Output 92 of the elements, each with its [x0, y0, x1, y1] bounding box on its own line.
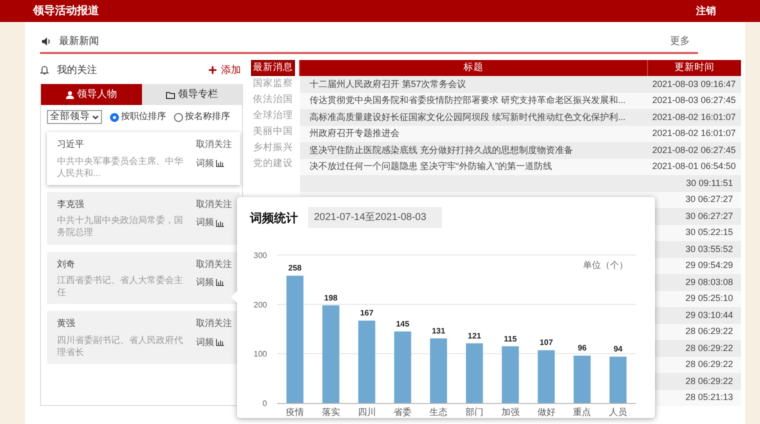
table-cell: 2021-08-02 16:01:07: [647, 109, 741, 126]
filter-dropdown[interactable]: 全部领导: [47, 110, 102, 124]
date-range-field: 2021-07-14至2021-08-03: [308, 207, 442, 228]
word-frequency-link[interactable]: 词频: [196, 336, 232, 350]
person-icon: [66, 90, 74, 98]
leader-name: 黄强: [57, 317, 76, 330]
bar: [394, 331, 412, 403]
section-title: 我的关注: [57, 64, 97, 78]
table-cell: 2021-08-03 09:16:47: [647, 76, 741, 92]
news-title-link[interactable]: 坚决守住防止医院感染底线 充分做好打持久战的思想制度物资准备: [300, 142, 647, 158]
bell-icon: [40, 65, 49, 75]
table-cell: 2021-08-03 06:27:45: [647, 92, 741, 109]
news-title-link[interactable]: 传达贯彻党中央国务院和省委疫情防控部署要求 研究支持革命老区振兴发展和...: [300, 92, 647, 109]
leader-name: 刘奇: [57, 258, 76, 271]
add-button[interactable]: + 添加: [206, 62, 243, 78]
category-tab[interactable]: 最新消息: [251, 60, 295, 76]
column-header: 标题: [300, 60, 647, 76]
radio-button[interactable]: [174, 112, 183, 122]
unfollow-link[interactable]: 取消关注: [196, 258, 232, 272]
word-frequency-link[interactable]: 词频: [196, 276, 232, 290]
leader-name: 习近平: [57, 138, 85, 151]
column-header: 更新时间: [647, 60, 741, 76]
axis-category-label: 省委: [394, 407, 412, 417]
bar: [430, 338, 448, 403]
tab[interactable]: 领导专栏: [142, 84, 242, 105]
news-title-link[interactable]: 十二届州人民政府召开 第57次常务会议: [300, 76, 647, 92]
bar: [574, 356, 591, 403]
unfollow-link[interactable]: 取消关注: [196, 138, 232, 152]
news-title-link[interactable]: 决不放过任何一个问题隐患 坚决守牢“外防输入”的第一道防线: [300, 158, 647, 175]
unfollow-link[interactable]: 取消关注: [196, 317, 232, 331]
app-title: 领导活动报道: [33, 4, 99, 19]
axis-tick-label: 100: [254, 350, 267, 359]
logout-link[interactable]: 注销: [696, 4, 716, 18]
tab[interactable]: 领导人物: [41, 84, 142, 105]
data-label: 94: [614, 344, 622, 354]
axis-category-label: 人员: [609, 407, 628, 417]
bar: [502, 346, 519, 403]
news-title-link[interactable]: 州政府召开专题推进会: [300, 126, 647, 142]
caret-icon: [92, 114, 99, 120]
axis-tick-label: 300: [254, 251, 267, 260]
axis-category-label: 落实: [322, 407, 340, 417]
data-label: 107: [540, 338, 553, 348]
table-cell: 2021-08-01 06:54:50: [647, 158, 741, 175]
leader-title: 中共十九届中央政治局常委，国务院总理: [57, 214, 184, 239]
data-label: 121: [468, 331, 482, 340]
news-title-link[interactable]: 高标准高质量建设好长征国家文化公园阿坝段 续写新时代推动红色文化保护利...: [300, 109, 647, 126]
bar: [466, 343, 483, 403]
bar-chart-icon: [216, 220, 224, 227]
data-label: 96: [578, 344, 587, 353]
leader-card[interactable]: 黄强 四川省委副书记、省人民政府代理省长 取消关注 词频: [47, 311, 240, 364]
more-link[interactable]: 更多: [670, 34, 698, 48]
bar: [538, 350, 555, 403]
leader-card[interactable]: 刘奇 江西省委书记、省人大常委会主任 取消关注 词频: [47, 252, 240, 304]
leader-card[interactable]: 李克强 中共十九届中央政治局常委，国务院总理 取消关注 词频: [47, 192, 240, 245]
leader-name: 李克强: [57, 198, 85, 211]
radio-button[interactable]: [110, 112, 119, 122]
table-cell: 2021-08-02 06:27:45: [647, 142, 741, 158]
data-label: 145: [396, 319, 410, 328]
leader-title: 江西省委书记、省人大常委会主任: [57, 274, 184, 298]
data-label: 258: [288, 264, 302, 273]
leader-card[interactable]: 习近平 中共中央军事委员会主席、中华人民共和... 取消关注 词频: [47, 132, 240, 185]
axis-category-label: 重点: [573, 407, 592, 417]
axis-category-label: 四川: [358, 407, 376, 417]
axis-category-label: 生态: [430, 407, 448, 417]
axis-category-label: 部门: [465, 407, 484, 417]
word-frequency-link[interactable]: 词频: [196, 216, 232, 230]
data-label: 167: [360, 308, 374, 318]
leader-title: 四川省委副书记、省人民政府代理省长: [57, 334, 184, 358]
data-label: 131: [432, 326, 446, 336]
data-label: 198: [324, 293, 338, 302]
table-cell: 2021-08-02 16:01:07: [647, 126, 741, 142]
ticker-label: 最新新闻: [59, 34, 99, 48]
radio-label[interactable]: 按职位排序: [121, 110, 166, 124]
axis-tick-label: 200: [254, 300, 267, 310]
speaker-icon: [42, 36, 51, 46]
table-cell: 30 09:11:51: [647, 175, 741, 192]
radio-label[interactable]: 按名称排序: [185, 110, 230, 124]
popover-title: 词频统计: [250, 210, 298, 226]
folder-icon: [166, 90, 175, 98]
unfollow-link[interactable]: 取消关注: [196, 198, 232, 212]
axis-category-label: 疫情: [286, 407, 304, 417]
axis-tick-label: 0: [262, 399, 267, 408]
unit-label: 单位（个）: [583, 260, 628, 270]
axis-category-label: 加强: [501, 407, 520, 417]
word-frequency-link[interactable]: 词频: [196, 156, 232, 170]
bar-chart-icon: [216, 279, 224, 286]
bar-chart-icon: [216, 339, 224, 346]
axis-category-label: 做好: [537, 407, 556, 417]
leader-title: 中共中央军事委员会主席、中华人民共和...: [57, 154, 184, 179]
bar-chart-icon: [216, 160, 224, 167]
bar: [610, 356, 627, 403]
data-label: 115: [504, 334, 517, 344]
